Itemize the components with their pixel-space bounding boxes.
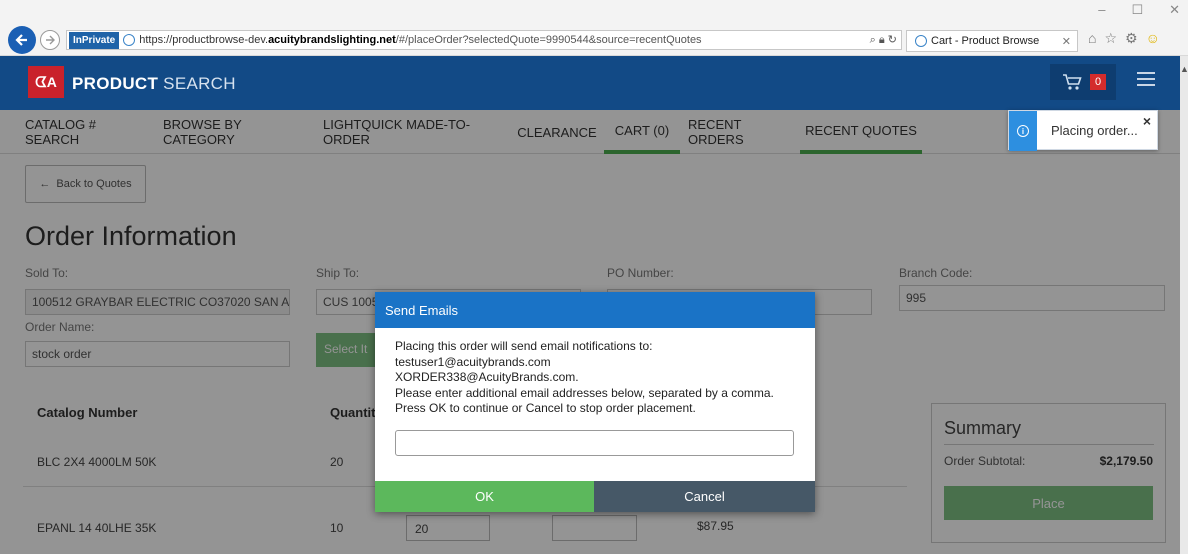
maximize-icon[interactable]: ☐ — [1131, 2, 1143, 20]
menu-icon[interactable] — [1137, 72, 1155, 86]
dialog-message: Placing this order will send email notif… — [395, 339, 805, 417]
url-path: /#/placeOrder?selectedQuote=9990544&sour… — [395, 34, 702, 46]
scrollbar[interactable]: ▲ — [1180, 56, 1188, 554]
browser-toolbar: – ☐ ✕ InPrivate https://productbrowse-de… — [0, 0, 1188, 56]
dialog-line-2: testuser1@acuitybrands.com — [395, 354, 551, 369]
tab-title: Cart - Product Browse — [931, 35, 1040, 47]
star-icon[interactable]: ☆ — [1104, 30, 1117, 47]
forward-arrow-icon[interactable] — [40, 30, 60, 50]
lock-icon[interactable]: 🔒︎ — [879, 34, 885, 46]
url-text: https://productbrowse-dev.acuitybrandsli… — [139, 34, 837, 46]
dialog-line-5: Press OK to continue or Cancel to stop o… — [395, 401, 696, 415]
cart-count-badge: 0 — [1090, 74, 1107, 90]
smiley-icon[interactable]: ☺ — [1146, 30, 1160, 47]
close-window-icon[interactable]: ✕ — [1169, 2, 1180, 20]
url-prefix: https://productbrowse-dev. — [139, 34, 269, 46]
back-arrow-icon[interactable] — [8, 26, 36, 54]
inprivate-badge: InPrivate — [69, 31, 120, 49]
ok-button[interactable]: OK — [375, 481, 594, 512]
dialog-line-3: XORDER338@AcuityBrands.com. — [395, 370, 579, 384]
browser-tab[interactable]: Cart - Product Browse ✕ — [906, 30, 1078, 52]
search-icon[interactable]: ⌕ — [870, 34, 876, 46]
toast-notification: i Placing order... × — [1008, 110, 1158, 151]
brand-light: SEARCH — [158, 74, 236, 93]
address-tools: ⌕ 🔒︎ ↻ — [837, 33, 901, 47]
scroll-up-icon[interactable]: ▲ — [1180, 64, 1188, 74]
cart-button[interactable]: 0 — [1050, 64, 1116, 100]
tab-close-icon[interactable]: ✕ — [1062, 35, 1071, 48]
cancel-button[interactable]: Cancel — [594, 481, 815, 512]
gear-icon[interactable]: ⚙ — [1125, 30, 1138, 47]
address-bar[interactable]: InPrivate https://productbrowse-dev.acui… — [66, 30, 902, 50]
brand-title: PRODUCT SEARCH — [72, 74, 236, 94]
send-emails-dialog: Send Emails Placing this order will send… — [375, 292, 815, 512]
additional-emails-input[interactable] — [395, 430, 794, 456]
window-controls: – ☐ ✕ — [1098, 2, 1180, 20]
toast-close-icon[interactable]: × — [1143, 113, 1151, 129]
cart-icon — [1063, 74, 1082, 90]
tab-site-icon — [915, 35, 927, 47]
home-icon[interactable]: ⌂ — [1088, 30, 1096, 47]
brand-logo[interactable]: ᗧA — [28, 66, 64, 98]
toast-icon-area: i — [1009, 111, 1037, 151]
refresh-icon[interactable]: ↻ — [888, 34, 897, 46]
brand-bold: PRODUCT — [72, 74, 159, 93]
app-window: – ☐ ✕ InPrivate https://productbrowse-de… — [0, 0, 1188, 554]
browser-toolbar-icons: ⌂ ☆ ⚙ ☺ — [1088, 30, 1160, 47]
app-header: ᗧA PRODUCT SEARCH 0 — [0, 56, 1188, 110]
site-icon — [123, 34, 136, 46]
dialog-line-1: Placing this order will send email notif… — [395, 339, 653, 353]
minimize-icon[interactable]: – — [1098, 2, 1105, 20]
dialog-title: Send Emails — [375, 292, 815, 328]
info-icon: i — [1017, 125, 1029, 137]
url-domain: acuitybrandslighting.net — [268, 34, 396, 46]
toast-message: Placing order... — [1051, 123, 1138, 138]
dialog-line-4: Please enter additional email addresses … — [395, 385, 774, 400]
